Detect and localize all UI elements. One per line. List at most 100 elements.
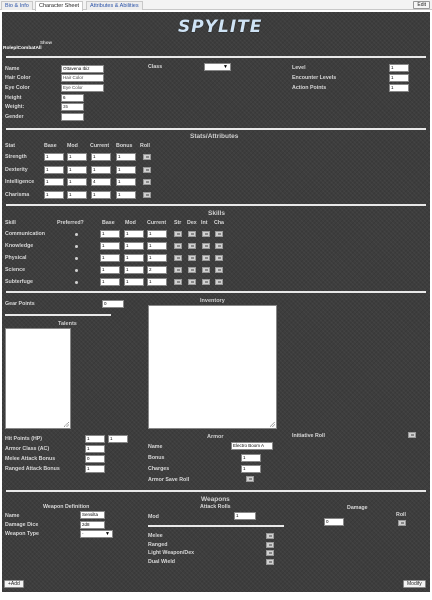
skill-roll-button[interactable] <box>215 279 223 285</box>
hit-points-max-field[interactable]: 1 <box>108 435 128 443</box>
skill-roll-button[interactable] <box>188 255 196 261</box>
skill-roll-button[interactable] <box>215 255 223 261</box>
weight-field[interactable]: 35 <box>61 103 84 111</box>
preferred-radio[interactable] <box>75 257 78 260</box>
stat-bonus-field[interactable]: 1 <box>116 190 136 199</box>
skill-roll-button[interactable] <box>215 231 223 237</box>
inventory-textarea[interactable] <box>148 305 277 429</box>
damage-dice-field[interactable]: 2d8 <box>80 521 105 529</box>
stat-base-field[interactable]: 1 <box>44 178 64 186</box>
damage-roll-button[interactable] <box>398 520 406 526</box>
weapon-roll-button[interactable] <box>266 558 274 565</box>
ranged-attack-field[interactable]: 1 <box>85 465 105 473</box>
attack-mod-field[interactable]: 1 <box>234 512 256 520</box>
roll-mode-toggle[interactable]: RoleplCombatAll <box>3 46 42 51</box>
skill-base-field[interactable]: 1 <box>100 266 120 274</box>
level-field[interactable]: 1 <box>389 64 409 72</box>
armor-charges-field[interactable]: 1 <box>241 465 261 473</box>
stat-current-field[interactable]: 4 <box>91 178 111 186</box>
initiative-roll-button[interactable] <box>408 432 416 438</box>
stat-current-field[interactable]: 1 <box>91 153 111 161</box>
name-field[interactable]: Ottavena Ibiz <box>61 65 104 73</box>
armor-class-field[interactable]: 1 <box>85 445 105 453</box>
stat-mod-field[interactable]: 1 <box>67 178 87 186</box>
skill-mod-field[interactable]: 1 <box>124 254 144 262</box>
stat-base-field[interactable]: 1 <box>44 190 64 199</box>
stat-mod-field[interactable]: 1 <box>67 153 87 161</box>
modify-button[interactable]: Modify <box>403 580 426 588</box>
stat-base-field[interactable]: 1 <box>44 165 64 174</box>
stat-mod-field[interactable]: 1 <box>67 190 87 199</box>
skill-roll-button[interactable] <box>202 267 210 273</box>
skill-roll-button[interactable] <box>215 243 223 249</box>
class-select[interactable]: ▼ <box>204 63 231 71</box>
skill-roll-button[interactable] <box>188 279 196 285</box>
skill-roll-button[interactable] <box>174 267 182 273</box>
preferred-radio[interactable] <box>75 269 78 272</box>
stat-roll-button[interactable] <box>143 166 151 173</box>
weapon-name-field[interactable]: Sensilta <box>80 511 105 519</box>
armor-name-field[interactable]: Electro Boom A <box>231 442 273 450</box>
show-roll-toggle[interactable]: Show <box>40 40 52 45</box>
skill-current-field[interactable]: 1 <box>147 230 167 238</box>
stat-bonus-field[interactable]: 1 <box>116 153 136 161</box>
stat-current-field[interactable]: 1 <box>91 190 111 199</box>
skill-mod-field[interactable]: 1 <box>124 266 144 274</box>
tab-character-sheet[interactable]: Character Sheet <box>35 1 84 11</box>
gear-points-field[interactable]: 0 <box>102 300 124 308</box>
skill-mod-field[interactable]: 1 <box>124 278 144 286</box>
stat-current-field[interactable]: 1 <box>91 165 111 174</box>
skill-base-field[interactable]: 1 <box>100 278 120 286</box>
skill-current-field[interactable]: 1 <box>147 278 167 286</box>
skill-current-field[interactable]: 1 <box>147 254 167 262</box>
skill-roll-button[interactable] <box>215 267 223 273</box>
add-button[interactable]: +Add <box>4 580 24 588</box>
stat-bonus-field[interactable]: 1 <box>116 178 136 186</box>
preferred-radio[interactable] <box>75 281 78 284</box>
weapon-type-select[interactable]: - ▼ <box>80 530 113 538</box>
hair-color-field[interactable]: Hair Color <box>61 74 104 82</box>
hit-points-field[interactable]: 1 <box>85 435 105 443</box>
skill-roll-button[interactable] <box>202 243 210 249</box>
weapon-roll-button[interactable] <box>266 533 274 539</box>
skill-current-field[interactable]: 2 <box>147 266 167 274</box>
skill-roll-button[interactable] <box>174 279 182 285</box>
edit-button[interactable]: Edit <box>413 1 430 9</box>
armor-bonus-field[interactable]: 1 <box>241 454 261 462</box>
weapon-roll-button[interactable] <box>266 550 274 556</box>
skill-base-field[interactable]: 1 <box>100 254 120 262</box>
skill-current-field[interactable]: 1 <box>147 242 167 250</box>
height-field[interactable]: 6 <box>61 94 84 102</box>
skill-roll-button[interactable] <box>188 243 196 249</box>
stat-mod-field[interactable]: 1 <box>67 165 87 174</box>
skill-roll-button[interactable] <box>174 255 182 261</box>
gender-field[interactable] <box>61 113 84 121</box>
skill-mod-field[interactable]: 1 <box>124 242 144 250</box>
tab-bio-info[interactable]: Bio & Info <box>1 1 33 10</box>
skill-roll-button[interactable] <box>174 243 182 249</box>
skill-base-field[interactable]: 1 <box>100 230 120 238</box>
preferred-radio[interactable] <box>75 233 78 236</box>
stat-bonus-field[interactable]: 1 <box>116 165 136 174</box>
damage-mod-field[interactable]: 0 <box>324 518 344 526</box>
skill-roll-button[interactable] <box>188 267 196 273</box>
skill-roll-button[interactable] <box>202 279 210 285</box>
skill-roll-button[interactable] <box>202 255 210 261</box>
weapon-roll-button[interactable] <box>266 541 274 548</box>
skill-roll-button[interactable] <box>202 231 210 237</box>
melee-attack-field[interactable]: 0 <box>85 455 105 463</box>
stat-roll-button[interactable] <box>143 191 151 198</box>
armor-save-roll-button[interactable] <box>246 476 254 482</box>
talents-textarea[interactable] <box>5 328 71 429</box>
tab-attributes-abilities[interactable]: Attributes & Abilities <box>86 1 143 10</box>
skill-base-field[interactable]: 1 <box>100 242 120 250</box>
stat-roll-button[interactable] <box>143 179 151 185</box>
action-points-field[interactable]: 1 <box>389 84 409 92</box>
preferred-radio[interactable] <box>75 245 78 248</box>
stat-base-field[interactable]: 1 <box>44 153 64 161</box>
skill-roll-button[interactable] <box>188 231 196 237</box>
skill-roll-button[interactable] <box>174 231 182 237</box>
encounter-levels-field[interactable]: 1 <box>389 74 409 82</box>
skill-mod-field[interactable]: 1 <box>124 230 144 238</box>
eye-color-field[interactable]: Eye Color <box>61 84 104 92</box>
